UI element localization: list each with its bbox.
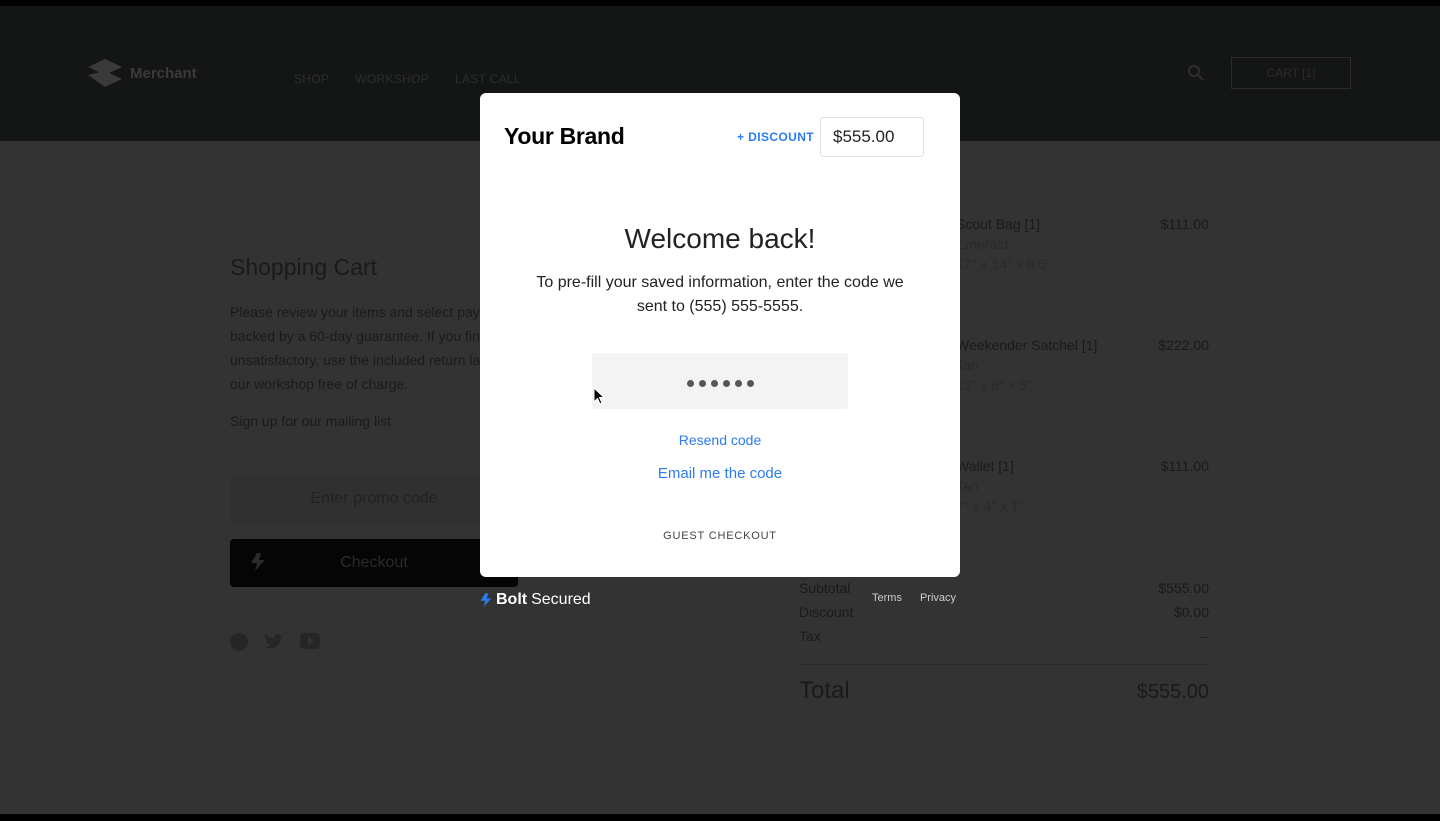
item-price: $222.00 — [1158, 337, 1209, 353]
guest-checkout-button[interactable]: GUEST CHECKOUT — [480, 530, 960, 542]
privacy-link[interactable]: Privacy — [920, 592, 956, 604]
secured-text: Secured — [531, 591, 591, 608]
search-icon[interactable] — [1187, 64, 1205, 82]
order-summary: Subtotal $555.00 Discount $0.00 Tax – — [799, 576, 1209, 648]
item-variant: Tan — [956, 357, 979, 373]
resend-code-link[interactable]: Resend code — [480, 432, 960, 448]
verification-modal: Your Brand + DISCOUNT $555.00 Welcome ba… — [480, 93, 960, 577]
cart-item: Weekender Satchel [1] Tan 12" x 8" x 5" … — [956, 335, 1209, 395]
checkout-button[interactable]: Checkout — [230, 539, 518, 587]
pinterest-icon[interactable] — [230, 633, 248, 651]
modal-brand: Your Brand — [504, 123, 625, 149]
mailing-list-link[interactable]: Sign up for our mailing list — [230, 413, 391, 429]
youtube-icon[interactable] — [300, 633, 320, 649]
bolt-text: Bolt — [496, 591, 528, 608]
cart-item: Scout Bag [1] Emerald 17" x 14" x 8.5" $… — [956, 214, 1209, 274]
total-label: Total — [799, 677, 850, 704]
bottom-bar — [0, 814, 1440, 821]
terms-link[interactable]: Terms — [872, 592, 902, 604]
verification-code-input[interactable] — [592, 353, 848, 409]
main-nav: SHOP WORKSHOP LAST CALL — [294, 72, 521, 86]
footer-links: Terms Privacy — [872, 592, 956, 604]
code-dot — [686, 379, 694, 387]
order-total: Total $555.00 — [799, 677, 1209, 705]
twitter-icon[interactable] — [264, 633, 284, 651]
tax-value: – — [1201, 628, 1209, 644]
merchant-logo-icon — [88, 59, 122, 87]
checkout-label: Checkout — [340, 554, 408, 571]
promo-code-input[interactable]: Enter promo code — [230, 475, 518, 523]
subtotal-label: Subtotal — [799, 580, 851, 596]
modal-title: Welcome back! — [624, 223, 816, 254]
item-size: 17" x 14" x 8.5" — [956, 256, 1052, 272]
logo[interactable]: Merchant — [88, 59, 197, 87]
item-variant: Emerald — [956, 236, 1009, 252]
modal-message: To pre-fill your saved information, ente… — [536, 274, 904, 315]
tax-label: Tax — [799, 628, 821, 644]
bolt-icon — [251, 553, 265, 571]
cart-item: Wallet [1] Tan 7" x 4" x 1" $111.00 — [956, 456, 1209, 516]
nav-last-call[interactable]: LAST CALL — [455, 72, 521, 86]
code-dot — [722, 379, 730, 387]
code-dot — [734, 379, 742, 387]
add-discount-link[interactable]: + DISCOUNT — [737, 130, 814, 144]
mouse-cursor-icon — [593, 387, 605, 405]
item-size: 7" x 4" x 1" — [956, 498, 1024, 514]
logo-text: Merchant — [130, 64, 197, 82]
email-code-link[interactable]: Email me the code — [480, 465, 960, 482]
order-amount[interactable]: $555.00 — [820, 117, 924, 157]
social-links — [230, 633, 320, 651]
bolt-secured-badge: Bolt Secured — [480, 591, 591, 609]
item-variant: Tan — [956, 478, 979, 494]
item-price: $111.00 — [1160, 216, 1209, 232]
cart-button[interactable]: CART [1] — [1231, 57, 1351, 89]
code-dot — [710, 379, 718, 387]
discount-label: Discount — [799, 604, 854, 620]
code-dot — [698, 379, 706, 387]
nav-shop[interactable]: SHOP — [294, 72, 329, 86]
total-value: $555.00 — [1136, 681, 1209, 703]
code-dot — [746, 379, 754, 387]
summary-divider — [799, 664, 1209, 665]
nav-workshop[interactable]: WORKSHOP — [355, 72, 429, 86]
subtotal-value: $555.00 — [1158, 580, 1209, 596]
discount-value: $0.00 — [1173, 604, 1209, 620]
bolt-icon — [480, 593, 492, 607]
item-size: 12" x 8" x 5" — [956, 377, 1032, 393]
page-title: Shopping Cart — [230, 254, 378, 280]
item-price: $111.00 — [1160, 458, 1209, 474]
